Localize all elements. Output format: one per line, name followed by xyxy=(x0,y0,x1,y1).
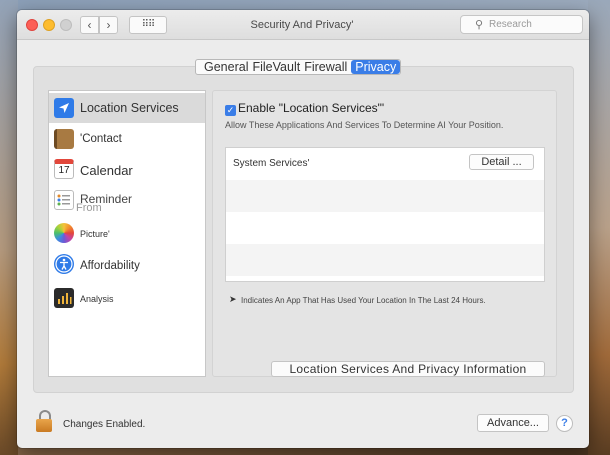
location-privacy-info-button[interactable]: Location Services And Privacy Informatio… xyxy=(271,361,545,377)
lock-body xyxy=(36,419,52,432)
location-arrow-icon xyxy=(54,98,74,118)
title-bar: ‹ › ⠿⠿ Security And Privacy' ⚲ Research xyxy=(17,10,589,40)
analytics-icon xyxy=(54,288,74,308)
minimize-button[interactable] xyxy=(43,19,55,31)
apps-list: System Services' Detail ... xyxy=(225,147,545,282)
advanced-button[interactable]: Advance... xyxy=(477,414,549,432)
recent-location-hint: Indicates An App That Has Used Your Loca… xyxy=(241,296,486,305)
show-all-grid-button[interactable]: ⠿⠿ xyxy=(129,16,167,34)
sidebar-item-location-services[interactable]: Location Services xyxy=(49,93,205,123)
sidebar-item-label: Calendar xyxy=(80,163,133,178)
changes-status-label: Changes Enabled. xyxy=(63,419,146,430)
help-button[interactable]: ? xyxy=(556,415,573,432)
search-input[interactable]: ⚲ Research xyxy=(460,15,583,34)
close-button[interactable] xyxy=(26,19,38,31)
sidebar-item-accessibility[interactable]: Affordability xyxy=(49,251,205,281)
sidebar-item-photos[interactable]: Picture' xyxy=(49,219,205,249)
zoom-button[interactable] xyxy=(60,19,72,31)
sidebar-item-label: Location Services xyxy=(80,101,179,115)
sidebar-item-contacts[interactable]: 'Contact xyxy=(49,123,205,153)
sidebar-item-calendar[interactable]: 17 Calendar xyxy=(49,155,205,185)
sidebar-item-label: 'Contact xyxy=(80,133,122,145)
preferences-window: ‹ › ⠿⠿ Security And Privacy' ⚲ Research … xyxy=(17,10,589,448)
sidebar-item-reminders[interactable]: Reminder From xyxy=(49,187,205,217)
list-item xyxy=(226,212,544,244)
tab-bar: General i FileVault Firewall Privacy xyxy=(195,59,402,75)
tab-filevault[interactable]: FileVault xyxy=(252,60,300,74)
search-placeholder: Research xyxy=(489,19,532,30)
sidebar-item-label: Picture' xyxy=(80,229,110,239)
photos-icon xyxy=(54,223,74,243)
calendar-icon: 17 xyxy=(54,159,74,179)
location-services-panel: ✓ Enable "Location Services"' Allow These… xyxy=(212,90,557,377)
forward-button[interactable]: › xyxy=(99,16,118,34)
lock-icon[interactable] xyxy=(35,410,55,432)
window-title: Security And Privacy' xyxy=(250,19,354,31)
sidebar-item-analytics[interactable]: Analysis xyxy=(49,283,205,313)
list-item xyxy=(226,244,544,276)
reminders-list-icon xyxy=(54,190,74,210)
system-services-label: System Services' xyxy=(233,158,310,169)
contacts-book-icon xyxy=(54,129,74,149)
location-arrow-icon: ➤ xyxy=(229,294,237,304)
enable-location-checkbox[interactable]: ✓ xyxy=(225,105,236,116)
description-text: Allow These Applications And Services To… xyxy=(225,120,504,130)
list-item xyxy=(226,180,544,212)
search-icon: ⚲ xyxy=(475,19,484,31)
list-item[interactable]: System Services' Detail ... xyxy=(226,148,544,180)
enable-location-services-row[interactable]: ✓ Enable "Location Services"' xyxy=(225,101,384,116)
accessibility-icon xyxy=(54,254,74,274)
tab-privacy[interactable]: Privacy xyxy=(351,60,401,74)
tab-general[interactable]: General xyxy=(204,60,248,74)
desktop-background-right xyxy=(588,0,610,455)
details-button[interactable]: Detail ... xyxy=(469,154,534,170)
back-button[interactable]: ‹ xyxy=(80,16,99,34)
sidebar-item-label: Affordability xyxy=(80,260,140,272)
desktop-background-left xyxy=(0,0,18,455)
enable-location-label: Enable "Location Services"' xyxy=(238,101,385,115)
sidebar-item-overlay-label: From xyxy=(76,202,102,214)
tab-firewall[interactable]: Firewall xyxy=(304,60,347,74)
privacy-sidebar: Location Services 'Contact 17 Calendar R… xyxy=(48,90,206,377)
sidebar-item-label: Analysis xyxy=(80,294,114,304)
